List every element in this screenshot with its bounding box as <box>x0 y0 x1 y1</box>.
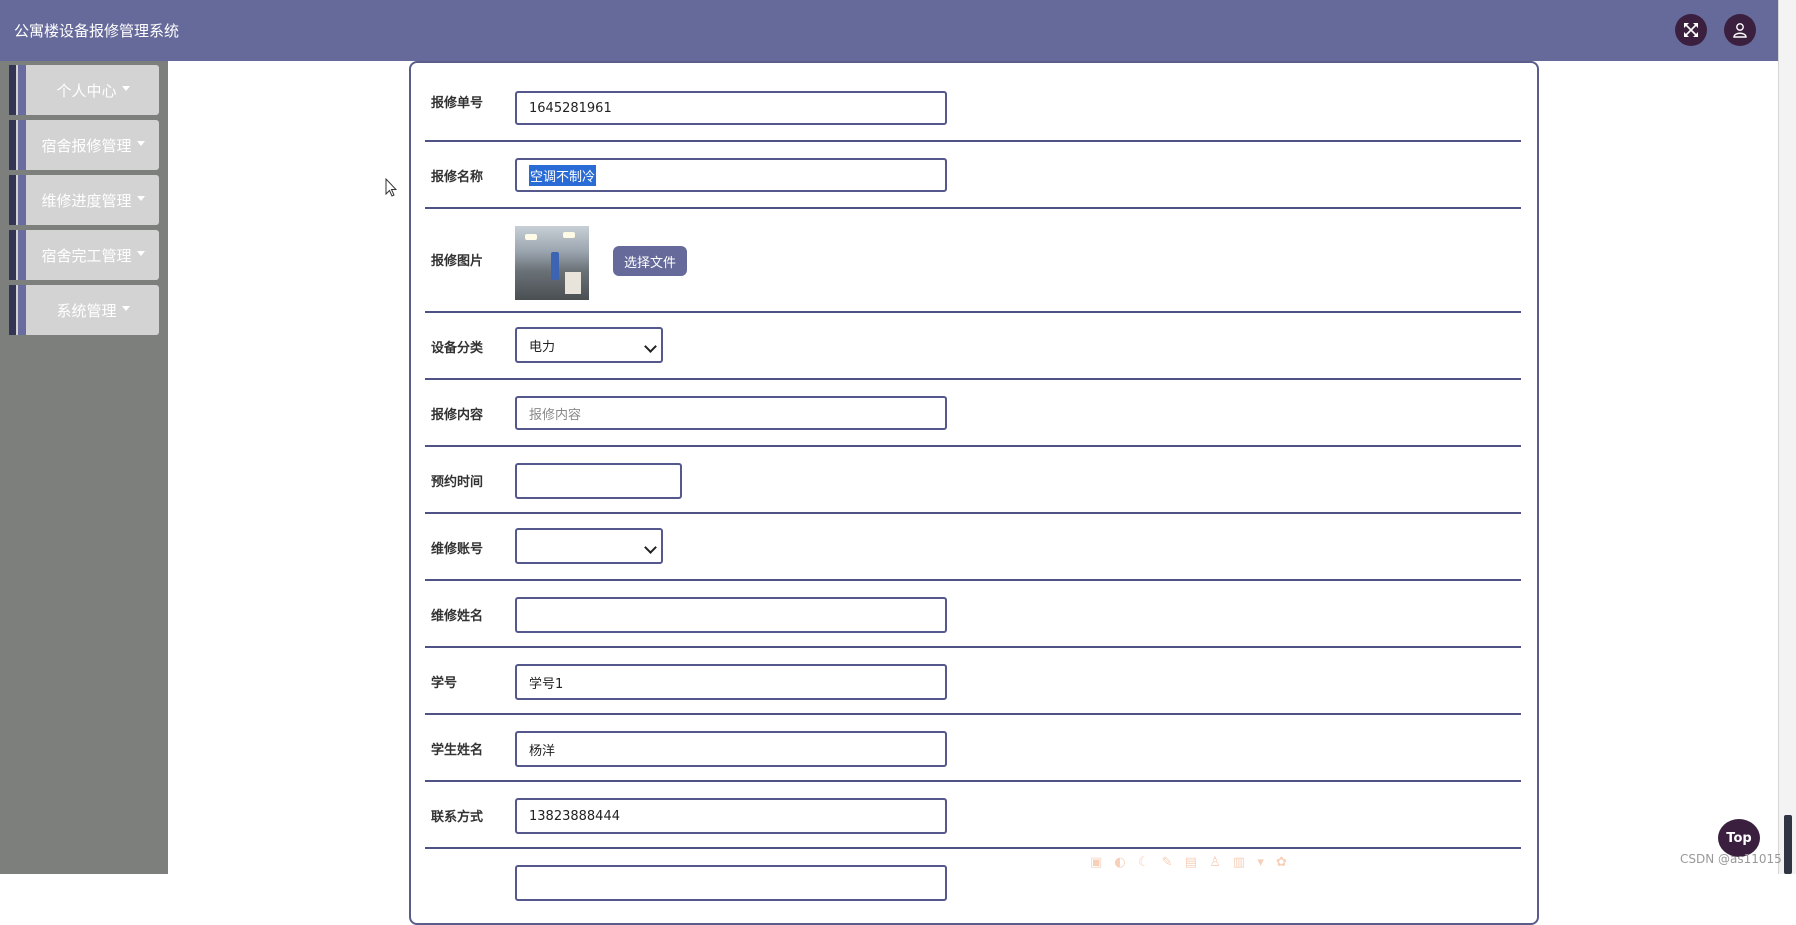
repair-content-input[interactable]: 报修内容 <box>515 396 947 430</box>
repair-account-select[interactable] <box>515 528 663 564</box>
repair-person-name-label: 维修姓名 <box>431 609 484 624</box>
appointment-time-input[interactable] <box>515 463 682 499</box>
caret-down-icon <box>121 305 130 311</box>
repair-account-label: 维修账号 <box>431 542 484 557</box>
sidebar-item-accent <box>18 65 26 115</box>
choose-file-button[interactable]: 选择文件 <box>613 246 687 276</box>
repair-form: 报修单号 1645281961 报修名称 空调不制冷 报修图片 选择文件 设备分… <box>409 61 1539 925</box>
sidebar-item-accent <box>9 175 16 225</box>
form-row-repair-no: 报修单号 1645281961 <box>425 63 1521 142</box>
student-id-label: 学号 <box>431 676 458 691</box>
sidebar-item-label: 宿舍报修管理 <box>41 136 132 155</box>
caret-down-icon <box>121 85 130 91</box>
expand-icon-glyph <box>1684 23 1698 37</box>
form-row-student-id: 学号 学号1 <box>425 648 1521 715</box>
sidebar: 个人中心 宿舍报修管理 维修进度管理 宿舍完工管理 系统管理 <box>0 61 168 874</box>
form-row-repair-image: 报修图片 选择文件 <box>425 209 1521 313</box>
sidebar-item-system[interactable]: 系统管理 <box>9 285 159 335</box>
input-method-toolbar: ▣ ◐ ☾ ✎ ▤ ♙ ▥ ▾ ✿ <box>1090 855 1291 870</box>
repair-name-input[interactable]: 空调不制冷 <box>515 158 947 192</box>
scrollbar-thumb[interactable] <box>1784 815 1792 874</box>
device-category-select[interactable]: 电力 <box>515 327 663 363</box>
expand-icon[interactable] <box>1675 14 1707 46</box>
caret-down-icon <box>136 140 145 146</box>
top-header: 公寓楼设备报修管理系统 <box>0 0 1778 61</box>
form-row-device-category: 设备分类 电力 <box>425 313 1521 380</box>
user-icon[interactable] <box>1724 14 1756 46</box>
sidebar-item-personal-center[interactable]: 个人中心 <box>9 65 159 115</box>
student-name-value: 杨洋 <box>529 743 556 759</box>
repair-no-value: 1645281961 <box>529 100 612 116</box>
thumb-person <box>551 252 559 280</box>
mouse-cursor-icon <box>385 178 397 197</box>
repair-content-placeholder: 报修内容 <box>529 407 582 423</box>
thumb-light <box>563 232 575 238</box>
repair-no-input[interactable]: 1645281961 <box>515 91 947 125</box>
repair-image-label: 报修图片 <box>431 254 484 269</box>
sidebar-item-label: 个人中心 <box>56 81 117 100</box>
appointment-time-label: 预约时间 <box>431 475 484 490</box>
sidebar-item-accent <box>9 285 16 335</box>
sidebar-item-accent <box>9 65 16 115</box>
contact-value: 13823888444 <box>529 808 620 824</box>
sidebar-item-accent <box>9 230 16 280</box>
repair-name-label: 报修名称 <box>431 170 484 185</box>
form-row-appointment-time: 预约时间 <box>425 447 1521 514</box>
partial-input[interactable] <box>515 865 947 901</box>
form-row-repair-name: 报修名称 空调不制冷 <box>425 142 1521 209</box>
form-row-contact: 联系方式 13823888444 <box>425 782 1521 849</box>
sidebar-item-accent <box>18 285 26 335</box>
sidebar-item-accent <box>9 120 16 170</box>
device-category-selected: 电力 <box>529 339 556 355</box>
repair-person-name-input[interactable] <box>515 597 947 633</box>
repair-image-thumbnail <box>515 226 589 300</box>
contact-label: 联系方式 <box>431 810 484 825</box>
sidebar-item-dorm-repair[interactable]: 宿舍报修管理 <box>9 120 159 170</box>
watermark: CSDN @as11015 <box>1680 852 1782 866</box>
form-row-partial <box>425 849 1521 909</box>
caret-down-icon <box>136 250 145 256</box>
repair-name-value: 空调不制冷 <box>529 164 597 186</box>
student-id-input[interactable]: 学号1 <box>515 664 947 700</box>
form-row-repair-person-name: 维修姓名 <box>425 581 1521 648</box>
form-row-repair-account: 维修账号 <box>425 514 1521 581</box>
sidebar-item-label: 宿舍完工管理 <box>41 246 132 265</box>
form-row-repair-content: 报修内容 报修内容 <box>425 380 1521 447</box>
chevron-down-icon <box>644 340 657 353</box>
thumb-light <box>525 234 537 240</box>
form-row-student-name: 学生姓名 杨洋 <box>425 715 1521 782</box>
repair-content-label: 报修内容 <box>431 408 484 423</box>
contact-input[interactable]: 13823888444 <box>515 798 947 834</box>
student-name-input[interactable]: 杨洋 <box>515 731 947 767</box>
repair-no-label: 报修单号 <box>431 96 484 111</box>
sidebar-item-accent <box>18 120 26 170</box>
app-title: 公寓楼设备报修管理系统 <box>14 22 180 40</box>
student-name-label: 学生姓名 <box>431 743 484 758</box>
sidebar-item-accent <box>18 230 26 280</box>
sidebar-item-repair-progress[interactable]: 维修进度管理 <box>9 175 159 225</box>
user-icon-glyph <box>1733 23 1747 38</box>
page-scrollbar[interactable] <box>1778 0 1796 874</box>
caret-down-icon <box>136 195 145 201</box>
thumb-cabinet <box>565 272 581 294</box>
sidebar-item-label: 维修进度管理 <box>41 191 132 210</box>
student-id-value: 学号1 <box>529 676 564 692</box>
sidebar-item-label: 系统管理 <box>56 301 117 320</box>
chevron-down-icon <box>644 541 657 554</box>
sidebar-item-accent <box>18 175 26 225</box>
sidebar-item-dorm-completion[interactable]: 宿舍完工管理 <box>9 230 159 280</box>
device-category-label: 设备分类 <box>431 341 484 356</box>
